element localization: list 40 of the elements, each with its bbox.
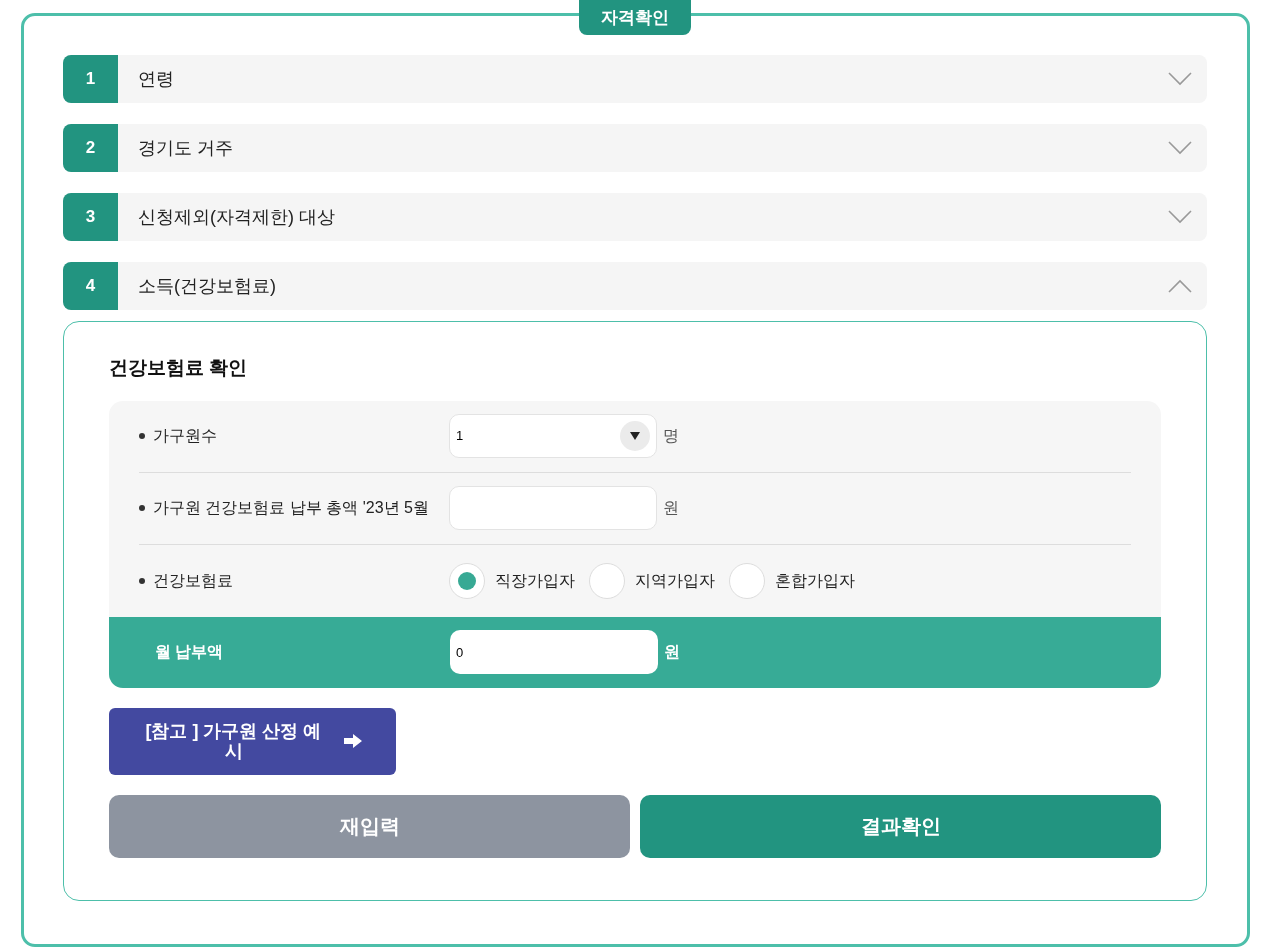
radio-button[interactable]: [729, 562, 765, 599]
household-size-select[interactable]: 1: [449, 414, 657, 458]
chevron-up-icon: [1168, 279, 1192, 293]
section-title: 자격확인: [579, 0, 691, 35]
amount-input[interactable]: [449, 486, 657, 530]
step-label: 연령: [138, 67, 174, 91]
unit-label: 원: [664, 642, 680, 662]
panel-heading: 건강보험료 확인: [109, 356, 249, 380]
step-label: 소득(건강보험료): [138, 274, 276, 298]
monthly-amount-field[interactable]: 0: [450, 630, 658, 674]
accordion-header[interactable]: 1 연령: [63, 55, 1207, 103]
field-label: 가구원 건강보험료 납부 총액 '23년 5월: [153, 498, 429, 518]
arrow-right-icon: [343, 734, 362, 748]
bullet-icon: [139, 577, 145, 584]
field-label: 가구원수: [153, 426, 217, 446]
radio-button[interactable]: [589, 562, 625, 599]
step-number: 4: [63, 262, 118, 310]
unit-label: 원: [663, 498, 679, 518]
bullet-icon: [139, 433, 145, 439]
step-number: 3: [63, 193, 118, 241]
step-number: 1: [63, 55, 118, 103]
accordion-header[interactable]: 4 소득(건강보험료): [63, 262, 1207, 310]
step-label: 신청제외(자격제한) 대상: [138, 205, 335, 229]
submit-button[interactable]: 결과확인: [640, 794, 1161, 858]
radio-label: 혼합가입자: [775, 570, 855, 591]
bullet-icon: [139, 505, 145, 511]
unit-label: 명: [663, 426, 679, 446]
radio-label: 직장가입자: [495, 570, 575, 591]
reference-button[interactable]: [참고 ] 가구원 산정 예시: [109, 707, 396, 775]
accordion-header[interactable]: 2 경기도 거주: [63, 124, 1207, 172]
step-label: 경기도 거주: [138, 136, 233, 160]
step-number: 2: [63, 124, 118, 172]
total-label: 월 납부액: [155, 642, 225, 662]
chevron-down-icon: [1168, 210, 1192, 224]
accordion-header[interactable]: 3 신청제외(자격제한) 대상: [63, 193, 1207, 241]
field-label: 건강보험료: [153, 570, 233, 591]
chevron-down-icon: [1168, 72, 1192, 86]
radio-label: 지역가입자: [635, 570, 715, 591]
radio-button[interactable]: [449, 562, 485, 599]
chevron-down-icon: [1168, 141, 1192, 155]
